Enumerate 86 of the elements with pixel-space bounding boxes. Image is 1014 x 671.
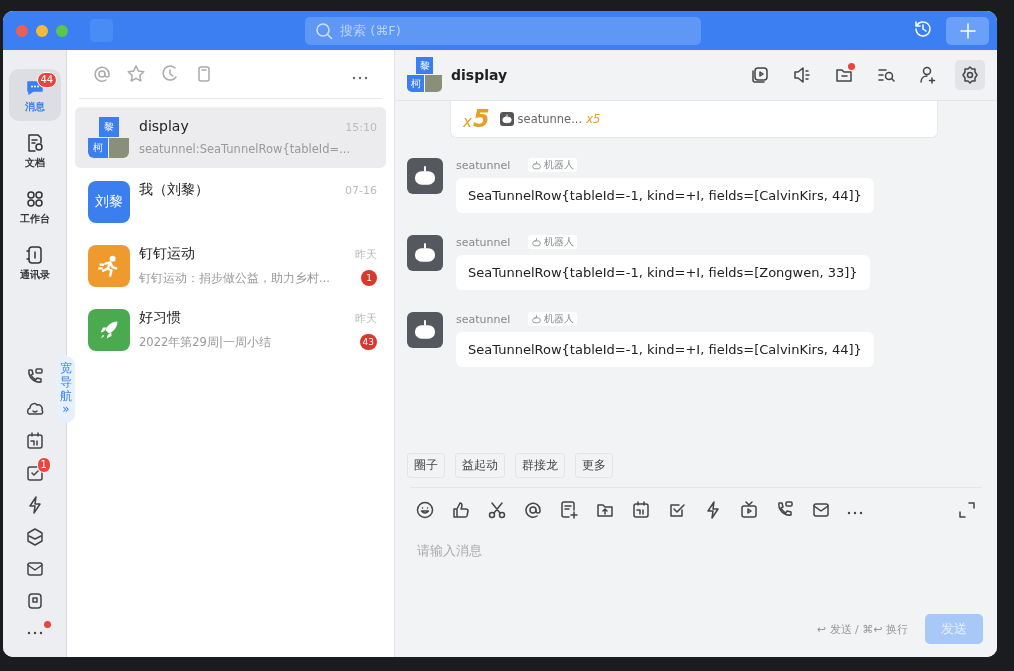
- message-preview: 钉钉运动：捐步做公益，助力乡村...: [139, 270, 330, 286]
- sender-name: seatunnel: [456, 158, 511, 172]
- at-sign-icon[interactable]: [523, 500, 543, 520]
- unread-badge: 1: [36, 457, 51, 473]
- conversation-item[interactable]: 钉钉运动 昨天 钉钉运动：捐步做公益，助力乡村... 1: [75, 235, 386, 296]
- calendar-icon: [24, 431, 45, 451]
- more-icon[interactable]: [352, 75, 368, 80]
- conversation-time: 昨天: [355, 311, 377, 326]
- calendar-icon[interactable]: [631, 500, 651, 520]
- more-icon[interactable]: [26, 631, 43, 635]
- message-preview: seatunnel:SeaTunnelRow{tableId=...: [139, 142, 351, 156]
- unread-badge: 1: [361, 270, 377, 286]
- avatar-tile: 黎: [416, 57, 433, 74]
- unread-badge: 43: [359, 334, 377, 350]
- nav-label: 通讯录: [19, 267, 50, 282]
- avatar-tile: 柯: [88, 137, 108, 158]
- cube-icon: [24, 527, 45, 547]
- star-icon: [126, 64, 146, 84]
- at-sign-icon: [92, 64, 112, 84]
- address-book-icon: [24, 244, 45, 265]
- quick-action-button[interactable]: 圈子: [407, 453, 445, 478]
- conversation-name: display: [139, 118, 189, 134]
- nav-label: 消息: [24, 99, 45, 114]
- conversation-item[interactable]: 刘黎 我（刘黎） 07-16: [75, 171, 386, 232]
- mail-icon[interactable]: [811, 500, 831, 520]
- history-icon: [913, 18, 933, 39]
- tv-icon[interactable]: [739, 500, 759, 520]
- conversation-time: 昨天: [355, 247, 377, 262]
- message-bubble: SeaTunnelRow{tableId=-1, kind=+I, fields=[CalvinKirs, 44]}: [456, 332, 874, 367]
- robot-icon: [499, 112, 514, 126]
- search-field[interactable]: 搜索 (⌘F): [305, 16, 701, 45]
- nav-item[interactable]: 文档: [8, 125, 61, 177]
- emoji-icon[interactable]: [415, 500, 435, 520]
- header-action-button[interactable]: [955, 60, 985, 90]
- unread-badge: 44: [36, 72, 58, 88]
- sender-name: seatunnel: [456, 235, 511, 249]
- add-note-icon[interactable]: [559, 500, 579, 520]
- video-icon: [750, 65, 770, 85]
- nav-item[interactable]: 消息 44: [8, 69, 61, 121]
- avatar: 刘黎: [88, 180, 130, 223]
- like-count: x5: [463, 107, 490, 131]
- thumbs-up-icon[interactable]: [451, 500, 471, 520]
- robot-icon: [531, 159, 543, 171]
- photo-placeholder: [425, 75, 442, 92]
- chat-title: display: [451, 67, 509, 83]
- speaker-icon: [792, 65, 812, 85]
- message-bubble: SeaTunnelRow{tableId=-1, kind=+I, fields=[Zongwen, 33]}: [456, 255, 870, 290]
- quick-action-button[interactable]: 更多: [575, 453, 613, 478]
- robot-icon: [531, 236, 543, 248]
- bot-tag: 机器人: [528, 158, 578, 172]
- grid-icon: [24, 188, 45, 209]
- quick-action-button[interactable]: 群接龙: [515, 453, 565, 478]
- avatar-tile: 柯: [407, 75, 424, 92]
- plus-icon: [957, 20, 978, 41]
- message-bubble: SeaTunnelRow{tableId=-1, kind=+I, fields=[CalvinKirs, 44]}: [456, 178, 874, 213]
- expand-icon[interactable]: [957, 500, 977, 520]
- more-icon[interactable]: [847, 511, 863, 515]
- message-preview: 2022年第29周|一周小结: [139, 334, 271, 350]
- conversation-item[interactable]: 好习惯 昨天 2022年第29周|一周小结 43: [75, 299, 386, 360]
- clock-icon: [160, 64, 180, 84]
- bot-tag: 机器人: [528, 312, 578, 326]
- settings-icon: [960, 65, 980, 85]
- add-person-icon: [918, 65, 938, 85]
- conversation-name: 钉钉运动: [139, 245, 195, 263]
- search-icon: [314, 20, 334, 41]
- bot-tag: 机器人: [528, 235, 578, 249]
- shortcut-hint: ↩ 发送 / ⌘↩ 换行: [816, 621, 908, 637]
- sender-name: seatunnel: [456, 312, 511, 326]
- quick-action-button[interactable]: 益起动: [455, 453, 505, 478]
- like-count: x5: [586, 112, 601, 126]
- scissors-icon[interactable]: [487, 500, 507, 520]
- conversation-time: 07-16: [345, 184, 377, 197]
- sender-name: seatunne...: [517, 112, 583, 126]
- add-button[interactable]: [946, 16, 989, 45]
- mail-icon: [24, 559, 45, 579]
- nav-item[interactable]: 通讯录: [8, 237, 61, 289]
- wide-nav-tab[interactable]: 宽导航 »: [57, 356, 75, 424]
- nav-label: 工作台: [19, 211, 50, 226]
- avatar-tile: 黎: [99, 116, 119, 137]
- nav-item[interactable]: 工作台: [8, 181, 61, 233]
- conversation-name: 我（刘黎）: [139, 181, 209, 199]
- photo-placeholder: [109, 137, 129, 158]
- message-input[interactable]: 请输入消息: [417, 540, 817, 560]
- nav-label: 文档: [24, 155, 45, 170]
- robot-icon: [531, 313, 543, 325]
- conversation-name: 好习惯: [139, 309, 181, 327]
